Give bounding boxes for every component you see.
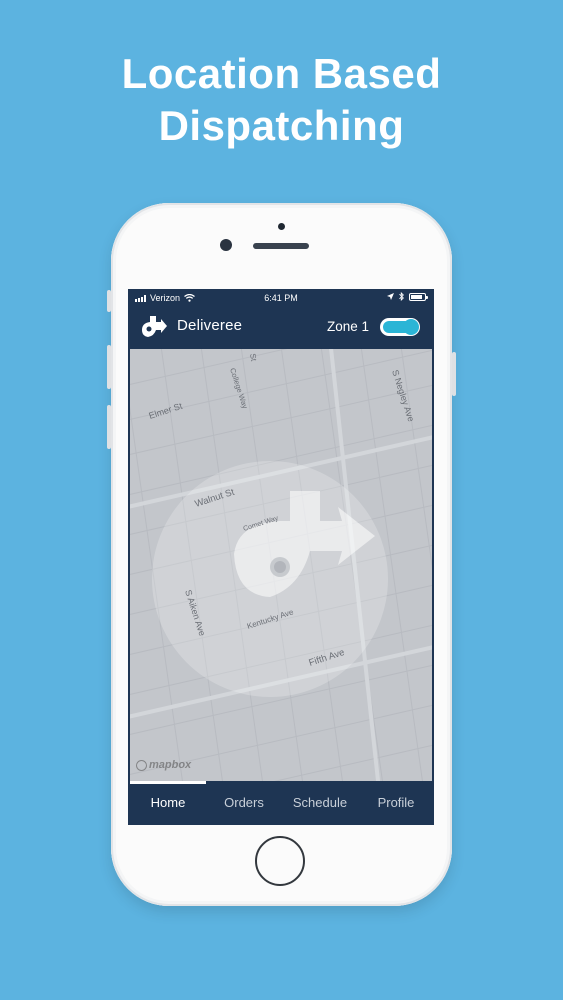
zone-label: Zone 1 [327,319,370,334]
tab-home[interactable]: Home [130,781,206,825]
deliveree-logo-icon [142,316,167,337]
bottom-tab-bar: Home Orders Schedule Profile [128,781,434,825]
tab-profile[interactable]: Profile [358,781,434,825]
headline: Location Based Dispatching [0,48,563,152]
battery-icon [409,292,428,301]
phone-volume-down [107,405,111,449]
bluetooth-icon [399,292,404,301]
phone-power-button [452,352,456,396]
app-header: Deliveree Zone 1 [128,307,434,349]
map-location-dot [274,561,286,573]
mapbox-attribution[interactable]: mapbox [136,759,191,771]
zone-toggle[interactable] [380,318,420,336]
app-name: Deliveree [177,317,243,334]
location-arrow-icon [387,293,394,300]
phone-home-button[interactable] [255,836,305,886]
map-view[interactable]: Elmer St College Way St S Negley Ave Wal… [130,349,432,781]
street-label-elmer: Elmer St [148,401,184,421]
phone-sensor [278,223,285,230]
status-bar: Verizon 6:41 PM [128,289,434,307]
mapbox-label: mapbox [149,759,192,771]
phone-speaker [253,243,309,249]
map-canvas: Elmer St College Way St S Negley Ave Wal… [130,349,432,781]
mapbox-logo-icon [136,759,147,771]
phone-volume-up [107,345,111,389]
phone-camera [220,239,232,251]
street-label-st-fragment: St [248,353,258,363]
tab-schedule[interactable]: Schedule [282,781,358,825]
headline-line-2: Dispatching [158,102,405,149]
tab-orders[interactable]: Orders [206,781,282,825]
headline-line-1: Location Based [121,50,442,97]
phone-screen: Verizon 6:41 PM Deliveree Zone 1 Elmer S… [128,289,434,825]
street-label-negley: S Negley Ave [390,369,416,423]
zone-toggle-knob [403,319,419,335]
phone-silent-switch [107,290,111,312]
